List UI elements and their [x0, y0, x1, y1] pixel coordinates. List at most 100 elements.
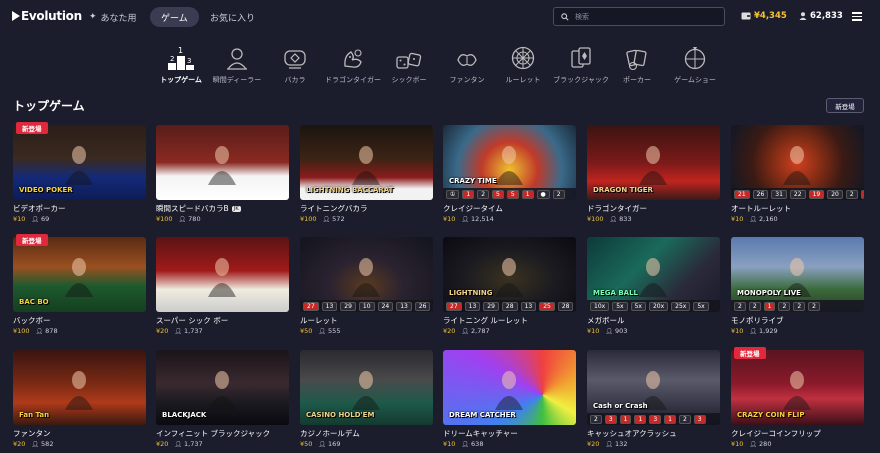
result-chip: 5x: [693, 301, 709, 311]
game-name: ルーレット: [300, 315, 338, 326]
game-thumbnail[interactable]: Fan Tan: [13, 350, 146, 425]
game-thumbnail[interactable]: 271329102413262: [300, 237, 433, 312]
players-value: 62,833: [810, 11, 843, 21]
player-count-value: 555: [328, 327, 341, 335]
game-tile[interactable]: 271329102413262 ルーレット ¥50 👤︎555: [300, 237, 433, 337]
game-thumbnail[interactable]: [156, 125, 289, 200]
game-thumbnail[interactable]: MEGA BALL 10x 5x 5x 20x 25x 5x: [587, 237, 720, 312]
game-thumbnail[interactable]: LIGHTNING 271329281325283: [443, 237, 576, 312]
user-icon: 👤︎: [174, 328, 183, 335]
game-logo-overlay: CASINO HOLD'EM: [306, 411, 375, 419]
player-count-value: 638: [471, 440, 484, 448]
game-meta: ¥10 👤︎ 12,514: [443, 215, 494, 223]
category-poker[interactable]: ポーカー: [604, 44, 670, 85]
result-chip: 2: [808, 301, 820, 311]
game-thumbnail[interactable]: VIDEO POKER: [13, 125, 146, 200]
category-label: バカラ: [284, 76, 306, 84]
game-tile[interactable]: MEGA BALL 10x 5x 5x 20x 25x 5x メガボール ¥10 👤︎ 903: [587, 237, 720, 337]
user-icon: 👤︎: [31, 441, 40, 448]
game-tile[interactable]: MONOPOLY LIVE 2 2 1 2 2 2 モノポリライブ ¥10 👤︎ 1,929: [731, 237, 864, 337]
user-icon: 👤︎: [461, 441, 470, 448]
game-name: バックボー: [13, 315, 51, 326]
game-tile[interactable]: CRAZY COIN FLIP 新登場 クレイジーコインフリップ ¥10 👤︎ 280: [731, 347, 864, 450]
game-tile[interactable]: DRAGON TIGER ドラゴンタイガー ¥100 👤︎ 833: [587, 125, 720, 225]
game-tile[interactable]: スーパー シック ボー ¥20 👤︎ 1,737: [156, 237, 289, 337]
game-tile[interactable]: BLACKJACK インフィニット ブラックジャック ¥20 👤︎ 1,737: [156, 350, 289, 450]
menu-icon[interactable]: [852, 12, 862, 23]
game-tile[interactable]: VIDEO POKER 新登場 ビデオポーカー ¥10 👤︎ 69: [13, 122, 146, 225]
game-name-text: ファンタン: [13, 429, 51, 438]
game-name-text: ドリームキャッチャー: [443, 429, 518, 438]
result-chip: 3: [649, 414, 662, 424]
result-chip: 1: [462, 189, 475, 199]
poker-icon: [604, 44, 670, 70]
game-logo-overlay: DREAM CATCHER: [449, 411, 516, 419]
game-logo-overlay: CRAZY COIN FLIP: [737, 411, 805, 419]
game-meta: ¥10 👤︎ 1,929: [731, 327, 778, 335]
min-bet: ¥20: [587, 440, 600, 448]
result-chip: 2: [845, 189, 858, 199]
min-bet: ¥20: [13, 440, 26, 448]
result-chip: 1: [619, 414, 632, 424]
game-tile[interactable]: DREAM CATCHER ドリームキャッチャー ¥10 👤︎ 638: [443, 350, 576, 450]
result-chip: 1: [664, 414, 676, 424]
new-badge: 新登場: [734, 347, 766, 359]
result-chip: 10x: [590, 301, 610, 311]
result-chip: 2: [793, 301, 806, 311]
search-box[interactable]: [553, 7, 725, 26]
new-games-button[interactable]: 新登場: [826, 98, 864, 113]
tab-games[interactable]: ゲーム: [150, 7, 199, 27]
search-input[interactable]: [575, 12, 715, 21]
category-game-shows[interactable]: ゲームショー: [662, 44, 728, 85]
player-count: 👤︎ 1,737: [174, 327, 202, 335]
player-count: 👤︎ 1,737: [174, 440, 202, 448]
game-thumbnail[interactable]: BLACKJACK: [156, 350, 289, 425]
player-count-value: 169: [328, 440, 341, 448]
game-tile[interactable]: 瞬間スピードバカラB JK ¥100 👤︎ 780: [156, 125, 289, 225]
game-tile[interactable]: BAC BO 新登場 バックボー ¥100 👤︎ 878: [13, 234, 146, 337]
game-thumbnail[interactable]: [156, 237, 289, 312]
game-tile[interactable]: 212631221920236 オートルーレット ¥10 👤︎2,160: [731, 125, 864, 225]
game-tile[interactable]: Fan Tan ファンタン ¥20 👤︎ 582: [13, 350, 146, 450]
game-thumbnail[interactable]: BAC BO: [13, 237, 146, 312]
player-count: 👤︎ 169: [318, 440, 340, 448]
search-icon: [561, 12, 569, 21]
result-chip: 27: [446, 301, 462, 311]
game-thumbnail[interactable]: CASINO HOLD'EM: [300, 350, 433, 425]
game-thumbnail[interactable]: DREAM CATCHER: [443, 350, 576, 425]
game-thumbnail[interactable]: MONOPOLY LIVE 2 2 1 2 2 2: [731, 237, 864, 312]
min-bet: ¥50: [300, 440, 313, 448]
category-instant-dealer[interactable]: 瞬間ディーラー: [204, 44, 270, 85]
game-tile[interactable]: Cash or Crash 2 3 1 1 3 1 2 3 キャッシュオアクラッシュ ¥20 👤︎ 13…: [587, 350, 720, 450]
tab-label: あなた用: [100, 13, 137, 24]
player-count: 👤︎ 638: [461, 440, 483, 448]
game-name-text: スーパー シック ボー: [156, 316, 229, 325]
category-sic-bo[interactable]: シックボー: [376, 44, 442, 85]
category-roulette[interactable]: ルーレット: [490, 44, 556, 85]
game-meta: ¥20 👤︎ 1,737: [156, 327, 203, 335]
game-thumbnail[interactable]: Cash or Crash 2 3 1 1 3 1 2 3: [587, 350, 720, 425]
game-name: ドリームキャッチャー: [443, 428, 518, 439]
player-count: 👤︎ 2,160: [749, 215, 777, 223]
game-tile[interactable]: CASINO HOLD'EM カジノホールデム ¥50 👤︎ 169: [300, 350, 433, 450]
game-tile[interactable]: LIGHTNING BACCARAT ライトニングバカラ ¥100 👤︎ 572: [300, 125, 433, 225]
category-baccarat[interactable]: バカラ: [262, 44, 328, 85]
tab-favorites[interactable]: お気に入り: [210, 7, 255, 27]
game-tile[interactable]: CRAZY TIME ① 1 2 5 5 1 ● 2 クレイジータイム ¥10 👤︎ 12,514: [443, 125, 576, 225]
game-thumbnail[interactable]: CRAZY COIN FLIP: [731, 350, 864, 425]
game-thumbnail[interactable]: 212631221920236: [731, 125, 864, 200]
game-logo-overlay: DRAGON TIGER: [593, 186, 653, 194]
game-tile[interactable]: LIGHTNING 271329281325283 ライトニング ルーレット ¥20 👤…: [443, 237, 576, 337]
min-bet: ¥100: [587, 215, 604, 223]
game-thumbnail[interactable]: DRAGON TIGER: [587, 125, 720, 200]
tab-for-you[interactable]: ✦ あなた用: [89, 7, 137, 27]
game-thumbnail[interactable]: LIGHTNING BACCARAT: [300, 125, 433, 200]
game-thumbnail[interactable]: CRAZY TIME ① 1 2 5 5 1 ● 2: [443, 125, 576, 200]
game-name: ドラゴンタイガー: [587, 203, 647, 214]
evolution-logo[interactable]: Evolution: [12, 9, 82, 23]
user-icon: 👤︎: [31, 216, 40, 223]
result-chip: 19: [808, 189, 825, 199]
result-chip: 31: [771, 189, 787, 199]
game-logo-overlay: BAC BO: [19, 298, 49, 306]
player-count: 👤︎ 555: [318, 327, 340, 335]
